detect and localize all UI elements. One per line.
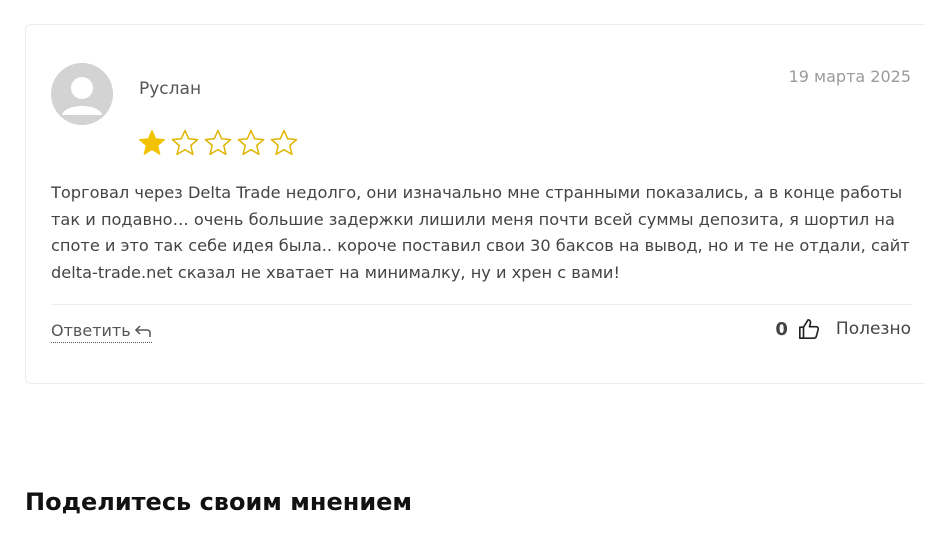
user-avatar-icon (51, 63, 113, 125)
star-empty-icon (204, 129, 232, 156)
review-text: Торговал через Delta Trade недолго, они … (51, 183, 910, 282)
star-filled-icon (138, 130, 166, 155)
share-opinion-heading: Поделитесь своим мнением (25, 488, 413, 516)
useful-vote: 0 Полезно (775, 318, 911, 340)
reply-button[interactable]: Ответить (51, 321, 152, 343)
star-empty-icon (270, 129, 298, 156)
thumbs-up-icon[interactable] (798, 318, 820, 340)
divider (51, 304, 912, 305)
like-count: 0 (775, 318, 788, 340)
review-card: Руслан 19 марта 2025 Торговал через Delt… (25, 24, 925, 384)
star-empty-icon (237, 129, 265, 156)
reply-label: Ответить (51, 321, 131, 340)
avatar (51, 63, 113, 125)
star-empty-icon (171, 129, 199, 156)
reply-arrow-icon (134, 324, 151, 337)
rating-stars (137, 128, 299, 158)
review-author: Руслан (139, 79, 202, 99)
useful-label: Полезно (835, 319, 911, 339)
review-date: 19 марта 2025 (788, 67, 911, 86)
